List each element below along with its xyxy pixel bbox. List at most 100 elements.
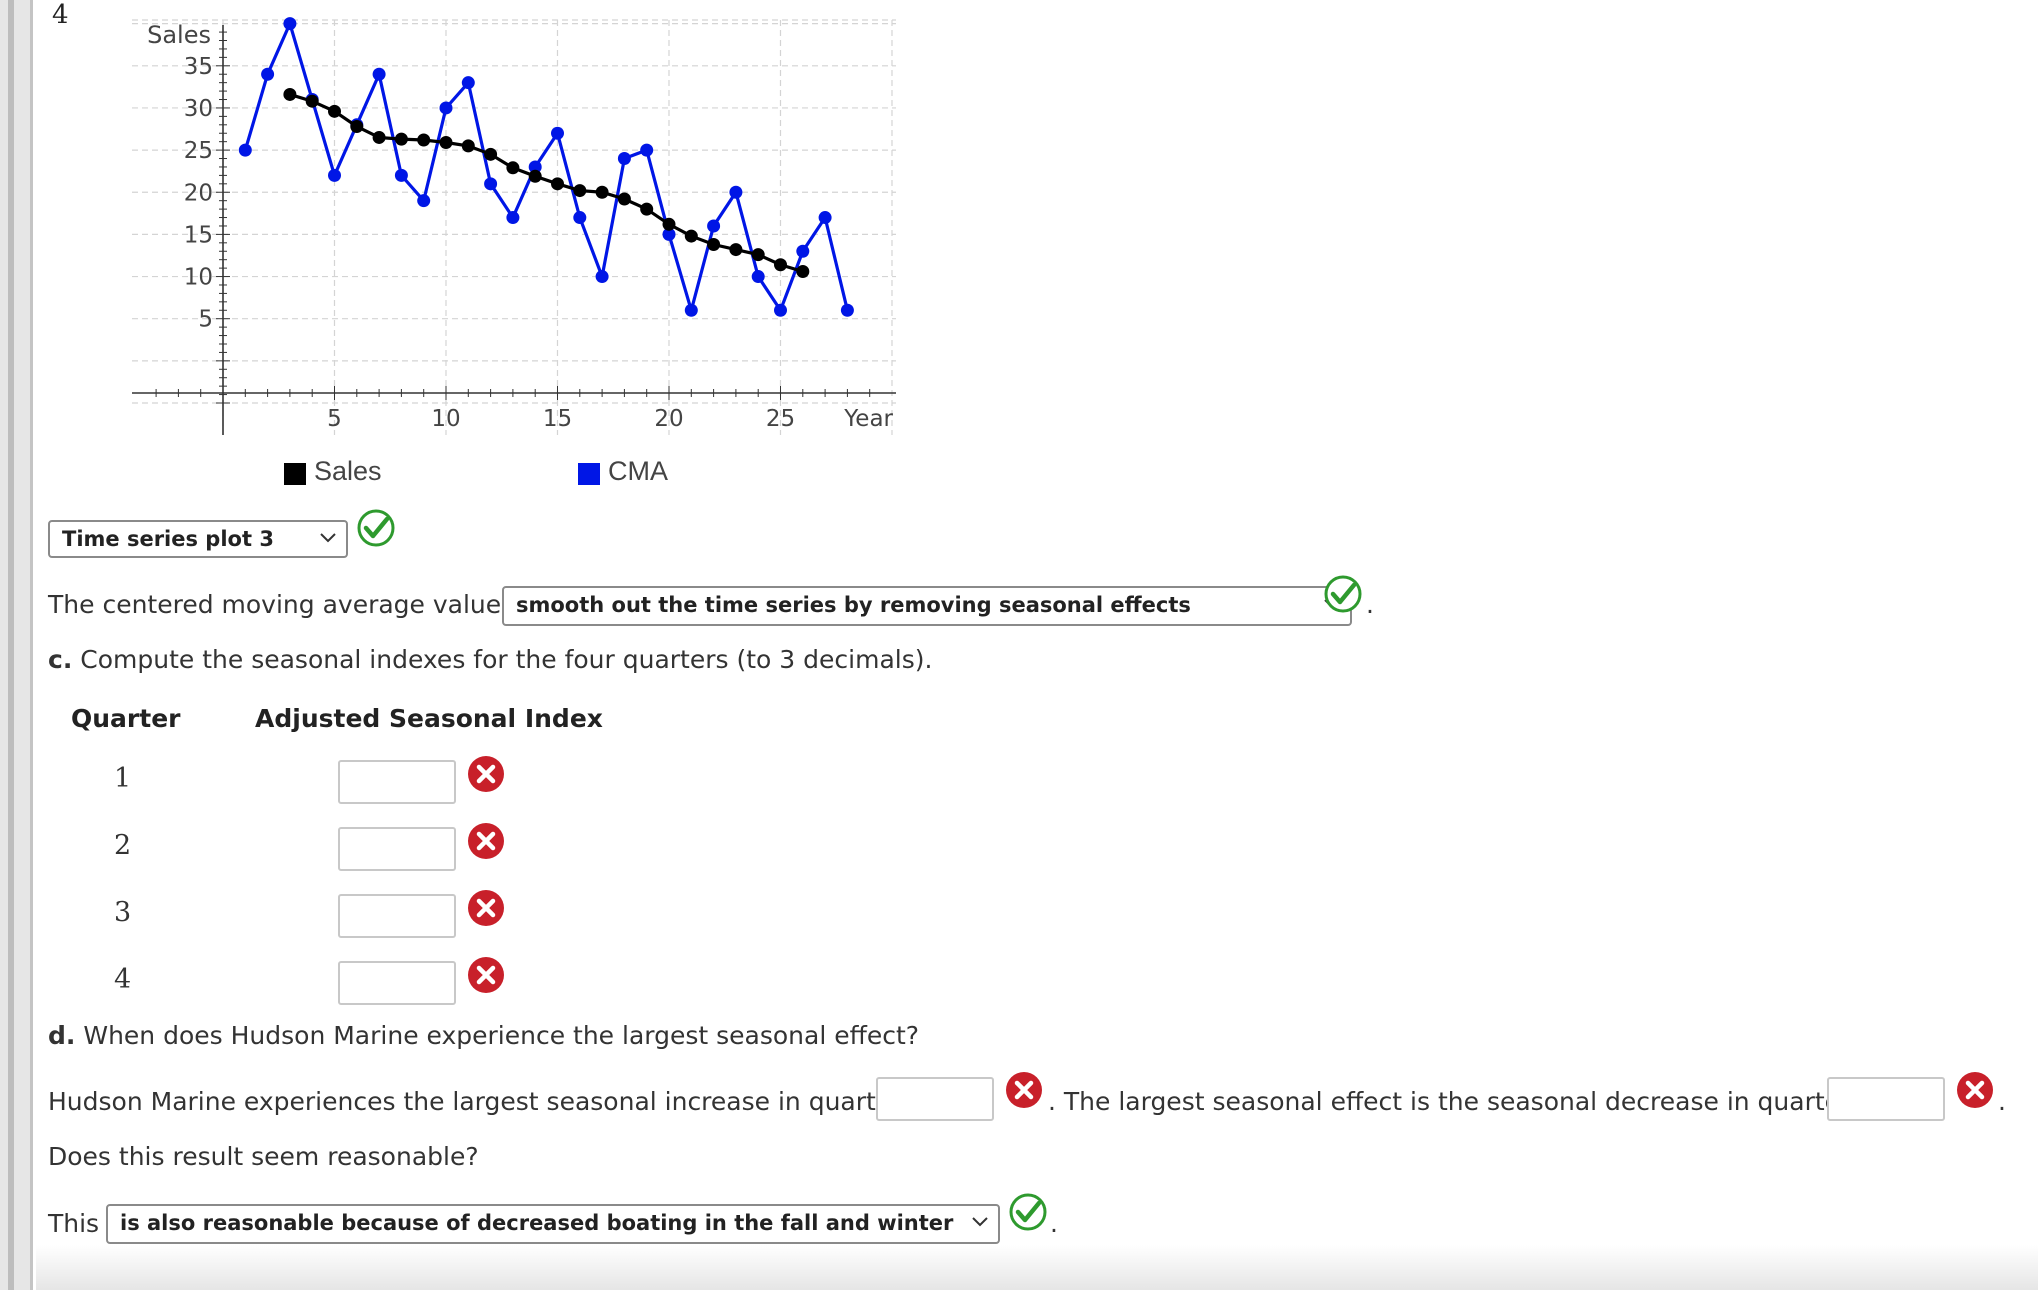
y-tick-label: 30: [184, 96, 213, 122]
sales-data-point: [573, 184, 587, 198]
sales-data-point: [707, 238, 721, 252]
sales-data-point: [394, 132, 408, 146]
time-series-chart: 5 10 15 20 25 30 35 5 10 15 20 25 Sales Year: [132, 17, 896, 435]
sales-series-line: [289, 92, 804, 274]
cma-data-point: [818, 211, 832, 225]
end-period-text: .: [1050, 1209, 1058, 1238]
x-tick-label: 20: [654, 406, 683, 432]
sales-data-point: [305, 94, 319, 108]
largest-increase-quarter-input[interactable]: [876, 1077, 994, 1121]
incorrect-x-icon: [1006, 1072, 1042, 1108]
cma-data-point: [595, 270, 609, 284]
cma-data-point: [707, 219, 721, 233]
largest-increase-text: Hudson Marine experiences the largest se…: [48, 1087, 902, 1116]
part-c-text: Compute the seasonal indexes for the fou…: [80, 645, 933, 674]
question-content: 4 5 10 15 20 25 30 35 5 10 15 20 25 Sales Year Sales …: [36, 0, 2036, 1290]
seasonal-index-q1-input[interactable]: [338, 760, 456, 804]
incorrect-x-icon: [1957, 1072, 1993, 1108]
sales-data-point: [796, 264, 810, 278]
largest-decrease-quarter-input[interactable]: [1827, 1077, 1945, 1121]
correct-check-icon: [1324, 575, 1362, 613]
seasonal-index-q2-input[interactable]: [338, 827, 456, 871]
chart-axes: 5 10 15 20 25 30 35 5 10 15 20 25 Sales Year: [132, 21, 896, 435]
y-tick-label: 10: [184, 265, 213, 291]
cma-data-point: [461, 76, 475, 90]
quarter-2-label: 2: [114, 830, 132, 861]
cma-data-point: [484, 177, 498, 191]
sales-data-point: [439, 136, 453, 150]
y-tick-label: 5: [198, 307, 213, 333]
cma-prefix-text: The centered moving average values: [48, 590, 515, 619]
cma-data-point: [372, 67, 386, 81]
cma-select-value: smooth out the time series by removing s…: [516, 593, 1191, 617]
x-tick-label: 15: [543, 406, 572, 432]
cma-data-point: [506, 211, 520, 225]
sales-data-point: [461, 139, 475, 153]
sales-data-point: [595, 185, 609, 199]
quarter-3-label: 3: [114, 897, 132, 928]
quarter-4-label: 4: [114, 964, 132, 995]
legend-sales-label: Sales: [314, 456, 382, 486]
cma-data-point: [617, 152, 631, 166]
sales-data-point: [350, 119, 364, 133]
period-text: .: [1366, 590, 1374, 619]
cma-data-point: [238, 143, 252, 157]
quarter-1-label: 1: [114, 763, 132, 794]
cma-data-point: [684, 303, 698, 317]
incorrect-x-icon: [468, 957, 504, 993]
chart-grid: [132, 19, 896, 435]
sales-data-point: [328, 104, 341, 118]
incorrect-x-icon: [468, 890, 504, 926]
sales-data-point: [372, 130, 386, 144]
cma-data-point: [774, 303, 787, 317]
chart-series: [238, 17, 854, 317]
correct-check-icon: [1009, 1193, 1047, 1231]
sales-data-point: [751, 248, 765, 262]
plot-select[interactable]: Time series plot 3: [48, 520, 348, 558]
chevron-down-icon: [320, 533, 336, 543]
part-d-label: d.: [48, 1021, 76, 1050]
cma-data-point: [729, 185, 743, 199]
y-tick-label: 20: [184, 180, 213, 206]
cma-data-point: [328, 168, 341, 182]
y-tick-label: 25: [184, 138, 213, 164]
cma-data-point: [439, 101, 453, 115]
incorrect-x-icon: [468, 756, 504, 792]
cma-data-point: [640, 143, 654, 157]
legend-cma-swatch: [578, 463, 600, 485]
sales-data-point: [417, 133, 431, 147]
part-c-label: c.: [48, 645, 73, 674]
y-axis-label: Sales: [147, 21, 211, 49]
cma-data-point: [551, 126, 564, 140]
x-tick-label: 5: [327, 406, 342, 432]
part-d-text: When does Hudson Marine experience the l…: [83, 1021, 920, 1050]
sales-data-point: [640, 202, 654, 216]
this-prefix-text: This: [48, 1209, 100, 1238]
bottom-fade: [36, 1245, 2038, 1290]
cma-data-point: [840, 303, 854, 317]
x-axis-label: Year: [843, 406, 893, 432]
col-index-header: Adjusted Seasonal Index: [255, 704, 603, 733]
cma-select[interactable]: smooth out the time series by removing s…: [502, 586, 1352, 626]
sales-data-point: [729, 243, 743, 257]
cma-data-point: [573, 211, 587, 225]
reasonable-select[interactable]: is also reasonable because of decreased …: [106, 1204, 1000, 1244]
reasonable-select-value: is also reasonable because of decreased …: [120, 1211, 954, 1235]
seasonal-index-q4-input[interactable]: [338, 961, 456, 1005]
seasonal-index-q3-input[interactable]: [338, 894, 456, 938]
sales-data-point: [528, 169, 542, 183]
cma-data-point: [261, 67, 275, 81]
period-text: .: [1998, 1087, 2006, 1116]
sales-data-point: [617, 192, 631, 206]
sales-data-point: [484, 147, 498, 161]
y-tick-label: 35: [184, 54, 213, 80]
cma-data-point: [417, 194, 431, 208]
sales-data-point: [506, 161, 520, 175]
cma-data-point: [283, 17, 297, 31]
legend-cma-label: CMA: [608, 456, 668, 486]
x-tick-label: 10: [431, 406, 460, 432]
legend-sales-swatch: [284, 463, 306, 485]
col-quarter-header: Quarter: [71, 704, 181, 733]
part-d-prompt: d. When does Hudson Marine experience th…: [48, 1021, 919, 1050]
cma-data-point: [751, 270, 765, 284]
